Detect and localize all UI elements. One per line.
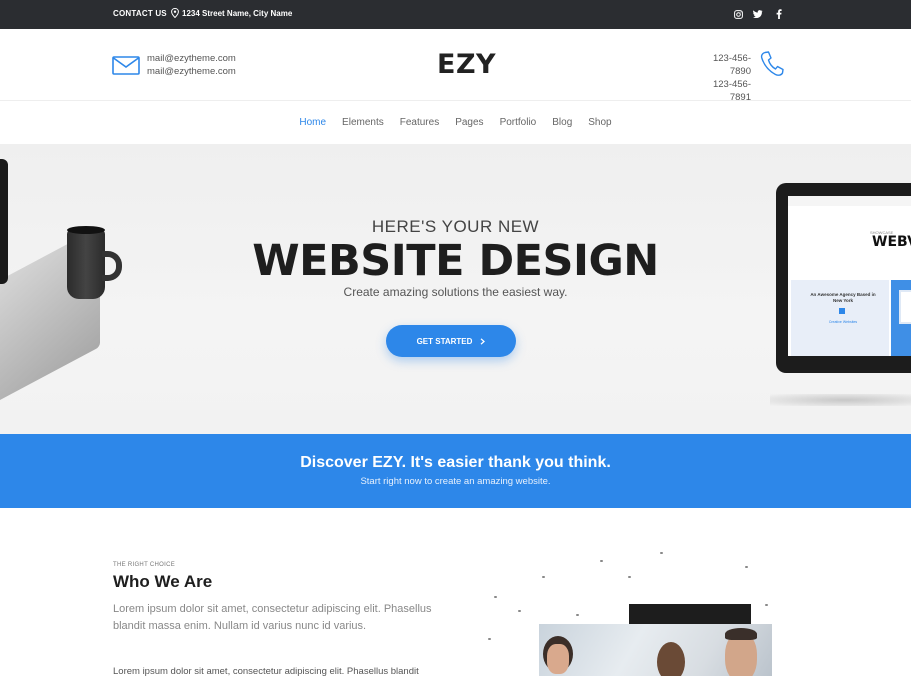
nav-item-blog[interactable]: Blog xyxy=(552,117,572,128)
site-header: mail@ezytheme.com mail@ezytheme.com EZY … xyxy=(0,29,911,104)
nav-item-portfolio[interactable]: Portfolio xyxy=(500,117,537,128)
address-text: 1234 Street Name, City Name xyxy=(182,8,293,18)
get-started-button[interactable]: GET STARTED xyxy=(386,325,516,357)
band-subtitle: Start right now to create an amazing web… xyxy=(360,476,551,487)
phone-icon xyxy=(760,51,784,82)
about-section: THE RIGHT CHOICE Who We Are Lorem ipsum … xyxy=(0,508,911,676)
get-started-label: GET STARTED xyxy=(416,336,473,346)
discover-band: Discover EZY. It's easier thank you thin… xyxy=(0,434,911,508)
about-title: Who We Are xyxy=(113,572,213,591)
email-address[interactable]: mail@ezytheme.com xyxy=(147,52,236,65)
email-list: mail@ezytheme.com mail@ezytheme.com xyxy=(147,52,236,78)
instagram-icon[interactable] xyxy=(732,8,744,20)
chevron-right-icon xyxy=(480,337,486,345)
about-body: Lorem ipsum dolor sit amet, consectetur … xyxy=(113,666,419,676)
nav-item-pages[interactable]: Pages xyxy=(455,117,483,128)
monitor-panel-sub: Creative Websites xyxy=(828,320,858,324)
hero-subtitle: Create amazing solutions the easiest way… xyxy=(343,285,568,299)
site-logo[interactable]: EZY xyxy=(437,49,496,80)
team-photo xyxy=(539,624,772,676)
main-nav: Home Elements Features Pages Portfolio B… xyxy=(0,101,911,144)
monitor-panel-accent xyxy=(891,280,911,356)
monitor-screen: SHOWCASE WEBV An Awesome Agency Based in… xyxy=(788,196,911,356)
about-lead: Lorem ipsum dolor sit amet, consectetur … xyxy=(113,603,432,632)
address: 1234 Street Name, City Name xyxy=(171,8,292,18)
hero-pre-title: HERE'S YOUR NEW xyxy=(371,217,540,236)
nav-item-elements[interactable]: Elements xyxy=(342,117,384,128)
contact-us-link[interactable]: CONTACT US xyxy=(113,9,167,18)
facebook-icon[interactable] xyxy=(773,8,785,20)
monitor-image: SHOWCASE WEBV An Awesome Agency Based in… xyxy=(776,183,911,373)
monitor-panel-title: An Awesome Agency Based in New York xyxy=(810,292,876,303)
monitor-headline: WEBV xyxy=(872,234,911,250)
monitor-panel: An Awesome Agency Based in New York Crea… xyxy=(791,280,889,356)
map-pin-icon xyxy=(171,8,179,18)
nav-item-features[interactable]: Features xyxy=(400,117,439,128)
nav-item-shop[interactable]: Shop xyxy=(588,117,611,128)
phone-list: 123-456-7890 123-456-7891 xyxy=(693,52,751,104)
top-bar: CONTACT US 1234 Street Name, City Name xyxy=(0,0,911,29)
band-title: Discover EZY. It's easier thank you thin… xyxy=(300,454,611,471)
twitter-icon[interactable] xyxy=(752,8,764,20)
email-address[interactable]: mail@ezytheme.com xyxy=(147,65,236,78)
about-kicker: THE RIGHT CHOICE xyxy=(113,562,176,568)
hero-section: HERE'S YOUR NEW WEBSITE DESIGN Create am… xyxy=(0,144,911,434)
envelope-icon xyxy=(112,56,140,80)
nav-item-home[interactable]: Home xyxy=(299,117,326,128)
phone-number[interactable]: 123-456-7890 xyxy=(693,52,751,78)
hero-title: WEBSITE DESIGN xyxy=(252,236,659,286)
